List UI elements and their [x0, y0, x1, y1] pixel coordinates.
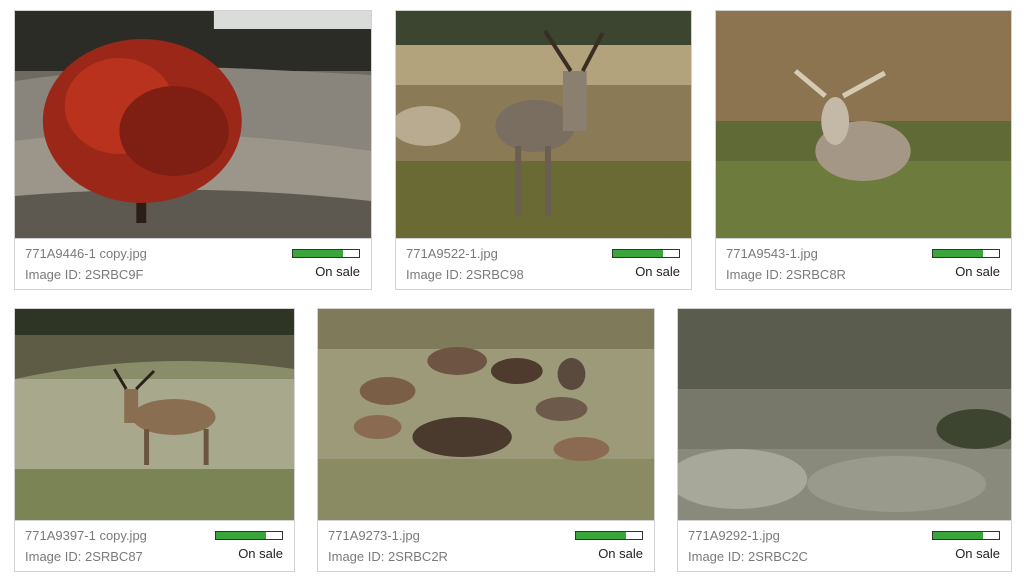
thumbnail-image[interactable] [396, 11, 691, 240]
thumbnail-image[interactable] [678, 309, 1011, 522]
status-label: On sale [315, 264, 360, 279]
gallery-card[interactable]: 771A9543-1.jpg Image ID: 2SRBC8R On sale [715, 10, 1012, 290]
progress-bar [932, 249, 1000, 258]
file-name: 771A9397-1 copy.jpg [25, 528, 147, 543]
thumbnail-image[interactable] [15, 11, 371, 240]
image-id: Image ID: 2SRBC9F [25, 267, 144, 282]
progress-bar [575, 531, 643, 540]
progress-fill [933, 250, 983, 257]
image-id: Image ID: 2SRBC8R [726, 267, 846, 282]
thumbnail-image[interactable] [716, 11, 1011, 240]
gallery-card[interactable]: 771A9522-1.jpg Image ID: 2SRBC98 On sale [395, 10, 692, 290]
gallery-card[interactable]: 771A9446-1 copy.jpg Image ID: 2SRBC9F On… [14, 10, 372, 290]
file-name: 771A9522-1.jpg [406, 246, 498, 261]
progress-bar [932, 531, 1000, 540]
file-name: 771A9292-1.jpg [688, 528, 780, 543]
status-label: On sale [635, 264, 680, 279]
card-meta: 771A9446-1 copy.jpg Image ID: 2SRBC9F On… [15, 238, 371, 289]
progress-fill [613, 250, 663, 257]
file-name: 771A9446-1 copy.jpg [25, 246, 147, 261]
image-id: Image ID: 2SRBC98 [406, 267, 524, 282]
image-id: Image ID: 2SRBC2C [688, 549, 808, 564]
card-meta: 771A9543-1.jpg Image ID: 2SRBC8R On sale [716, 238, 1011, 289]
card-meta: 771A9397-1 copy.jpg Image ID: 2SRBC87 On… [15, 520, 294, 571]
gallery-card[interactable]: 771A9273-1.jpg Image ID: 2SRBC2R On sale [317, 308, 655, 572]
status-label: On sale [955, 546, 1000, 561]
progress-bar [215, 531, 283, 540]
card-meta: 771A9292-1.jpg Image ID: 2SRBC2C On sale [678, 520, 1011, 571]
thumbnail-image[interactable] [15, 309, 294, 522]
file-name: 771A9273-1.jpg [328, 528, 420, 543]
card-meta: 771A9273-1.jpg Image ID: 2SRBC2R On sale [318, 520, 654, 571]
file-name: 771A9543-1.jpg [726, 246, 818, 261]
gallery-card[interactable]: 771A9292-1.jpg Image ID: 2SRBC2C On sale [677, 308, 1012, 572]
thumbnail-image[interactable] [318, 309, 654, 522]
progress-bar [292, 249, 360, 258]
progress-bar [612, 249, 680, 258]
progress-fill [576, 532, 626, 539]
gallery-card[interactable]: 771A9397-1 copy.jpg Image ID: 2SRBC87 On… [14, 308, 295, 572]
progress-fill [216, 532, 266, 539]
card-meta: 771A9522-1.jpg Image ID: 2SRBC98 On sale [396, 238, 691, 289]
status-label: On sale [238, 546, 283, 561]
status-label: On sale [955, 264, 1000, 279]
progress-fill [293, 250, 343, 257]
status-label: On sale [598, 546, 643, 561]
progress-fill [933, 532, 983, 539]
image-id: Image ID: 2SRBC87 [25, 549, 143, 564]
image-id: Image ID: 2SRBC2R [328, 549, 448, 564]
